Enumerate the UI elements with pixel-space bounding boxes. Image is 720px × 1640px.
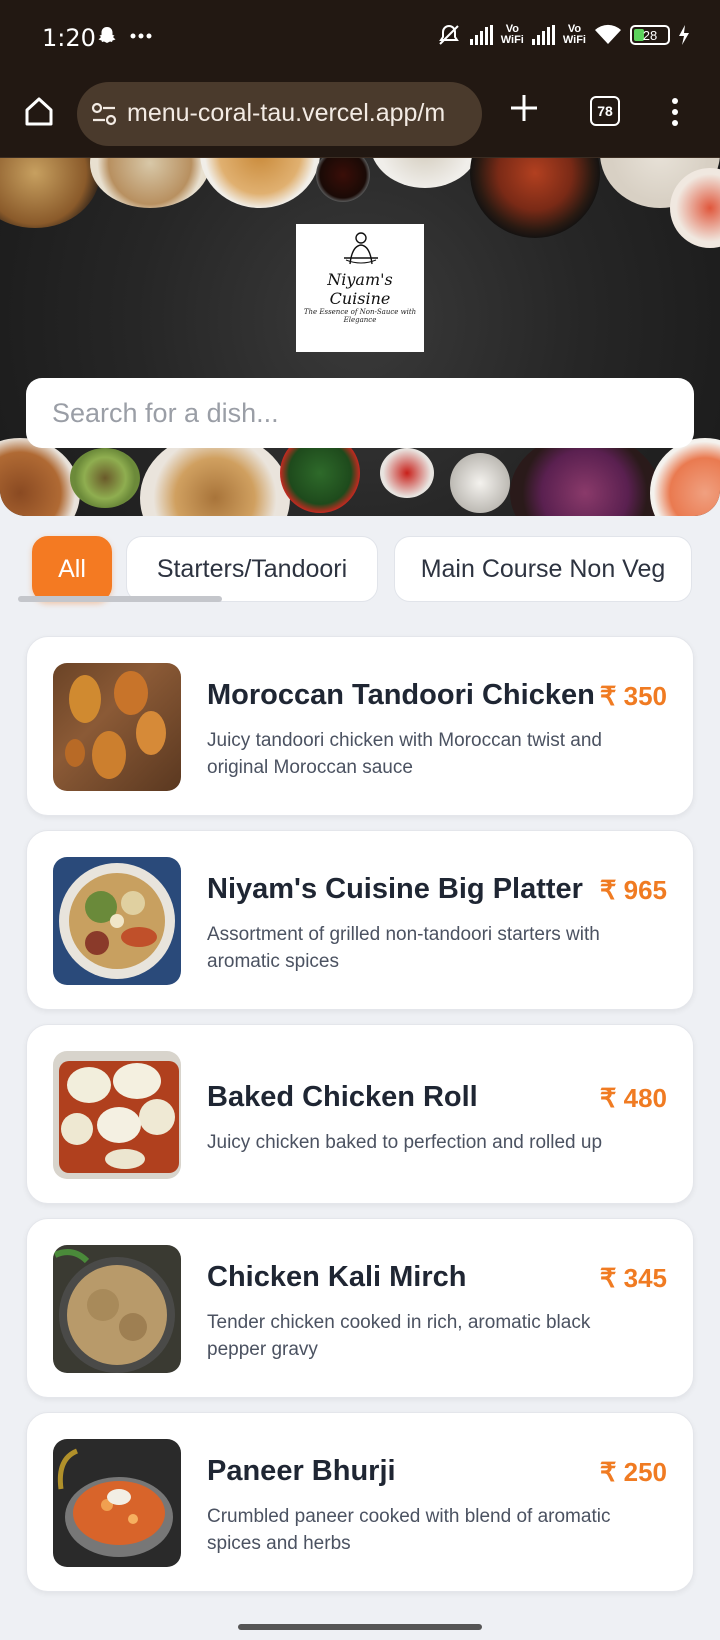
dish-name: Niyam's Cuisine Big Platter	[207, 873, 583, 905]
dish-decoration	[0, 158, 100, 228]
more-dots-icon	[130, 33, 152, 39]
dish-price: ₹ 480	[599, 1083, 667, 1113]
category-chip-main-course-non-veg[interactable]: Main Course Non Veg	[394, 536, 692, 602]
dish-decoration	[470, 158, 600, 238]
vowifi-icon: Vo WiFi	[562, 23, 586, 46]
dish-description: Juicy tandoori chicken with Moroccan twi…	[207, 730, 602, 778]
brand-name: Niyam's Cuisine	[327, 270, 393, 308]
battery-level: 28	[642, 27, 658, 43]
category-chip-all[interactable]: All	[32, 536, 112, 602]
dish-description: Crumbled paneer cooked with blend of aro…	[207, 1506, 611, 1554]
dish-image	[53, 857, 181, 985]
dish-description: Tender chicken cooked in rich, aromatic …	[207, 1312, 591, 1360]
url-text: menu-coral-tau.vercel.app/m	[127, 99, 446, 127]
dish-price: ₹ 345	[599, 1263, 667, 1293]
mute-icon	[438, 24, 459, 45]
charging-icon	[679, 25, 689, 45]
dish-price: ₹ 350	[599, 681, 667, 711]
battery-icon: 28	[630, 25, 670, 45]
search-input[interactable]	[26, 378, 694, 448]
status-bar: 1:20 Vo WiFi Vo WiFi 28	[0, 0, 720, 76]
tune-icon[interactable]	[91, 102, 117, 126]
brand-tagline: The Essence of Non-Sauce with Elegance	[303, 308, 417, 324]
menu-item-card[interactable]: Paneer Bhurji ₹ 250 Crumbled paneer cook…	[26, 1412, 694, 1592]
tab-count: 78	[597, 103, 613, 119]
dish-image	[53, 663, 181, 791]
snapchat-icon	[98, 27, 116, 44]
dish-image-art	[59, 863, 175, 979]
dish-decoration	[0, 438, 80, 516]
tabs-icon[interactable]: 78	[590, 96, 620, 126]
signal-icon	[469, 25, 493, 45]
dish-name: Paneer Bhurji	[207, 1455, 396, 1487]
dish-decoration	[200, 158, 320, 208]
menu-item-card[interactable]: Niyam's Cuisine Big Platter ₹ 965 Assort…	[26, 830, 694, 1010]
menu-item-card[interactable]: Chicken Kali Mirch ₹ 345 Tender chicken …	[26, 1218, 694, 1398]
dish-image	[53, 1439, 181, 1567]
dish-decoration	[450, 453, 510, 513]
dish-decoration	[370, 158, 480, 188]
restaurant-logo: Niyam's Cuisine The Essence of Non-Sauce…	[296, 224, 424, 352]
category-chip-starters[interactable]: Starters/Tandoori	[126, 536, 378, 602]
home-icon[interactable]	[22, 94, 56, 128]
dish-description: Juicy chicken baked to perfection and ro…	[207, 1132, 603, 1153]
dish-name: Baked Chicken Roll	[207, 1081, 478, 1113]
category-tabs: All Starters/Tandoori Main Course Non Ve…	[0, 536, 720, 604]
dish-image	[53, 1245, 181, 1373]
dish-image-art	[53, 1249, 175, 1373]
menu-item-card[interactable]: Moroccan Tandoori Chicken ₹ 350 Juicy ta…	[26, 636, 694, 816]
browser-toolbar: menu-coral-tau.vercel.app/m 78	[0, 76, 720, 158]
dish-decoration	[316, 158, 370, 202]
address-bar[interactable]: menu-coral-tau.vercel.app/m	[77, 82, 482, 146]
status-right-icons: Vo WiFi Vo WiFi 28	[436, 22, 690, 48]
system-nav-bar	[0, 1604, 720, 1640]
dish-decoration	[650, 438, 720, 516]
home-gesture-bar[interactable]	[238, 1624, 482, 1630]
more-vert-icon[interactable]	[672, 98, 680, 126]
status-time: 1:20	[42, 24, 96, 52]
dish-description: Assortment of grilled non-tandoori start…	[207, 924, 600, 972]
plus-icon[interactable]	[508, 92, 540, 124]
dish-image-art	[57, 1448, 173, 1557]
vowifi-icon: Vo WiFi	[500, 23, 524, 46]
dish-decoration	[90, 158, 210, 208]
dish-name: Moroccan Tandoori Chicken	[207, 679, 595, 711]
wifi-icon	[595, 24, 621, 44]
category-label: Starters/Tandoori	[156, 554, 348, 583]
category-label: All	[58, 554, 86, 583]
signal-icon	[531, 25, 555, 45]
dish-price: ₹ 250	[599, 1457, 667, 1487]
dish-image	[53, 1051, 181, 1179]
category-label: Main Course Non Veg	[420, 554, 666, 583]
menu-item-card[interactable]: Baked Chicken Roll ₹ 480 Juicy chicken b…	[26, 1024, 694, 1204]
category-scrollbar[interactable]	[18, 596, 222, 602]
dish-name: Chicken Kali Mirch	[207, 1261, 467, 1293]
dish-price: ₹ 965	[599, 875, 667, 905]
dish-decoration	[70, 448, 140, 508]
dish-decoration	[380, 448, 434, 498]
chef-icon	[344, 232, 378, 265]
dish-image-art	[59, 1061, 179, 1173]
dish-image-art	[65, 671, 166, 779]
hero-banner: Niyam's Cuisine The Essence of Non-Sauce…	[0, 158, 720, 516]
notification-icons	[96, 22, 152, 48]
